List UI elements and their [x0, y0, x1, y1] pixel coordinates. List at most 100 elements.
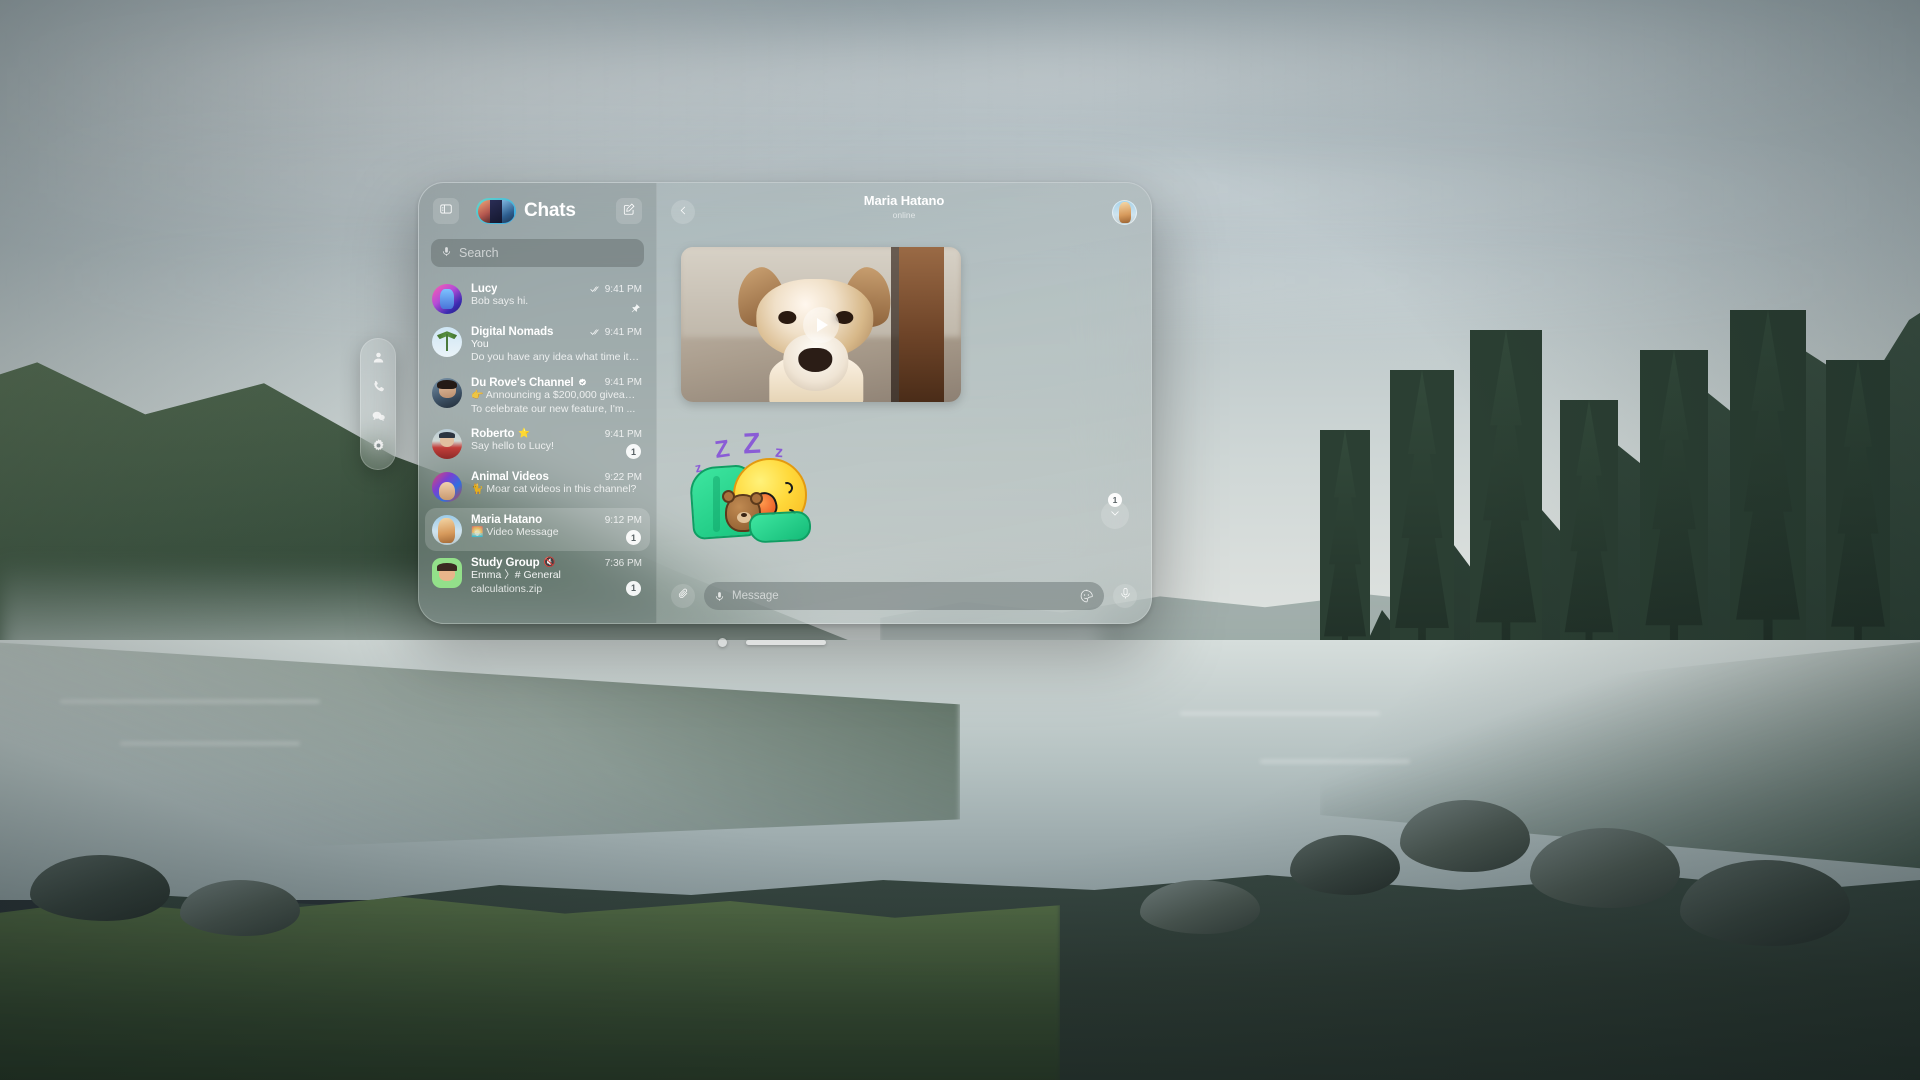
chat-time: 9:41 PM [604, 428, 642, 440]
chat-list-item-maria-hatano[interactable]: Maria Hatano 9:12 PM 🌅 Video Message 1 [425, 508, 650, 552]
dock-item-contacts[interactable] [365, 347, 391, 373]
sunrise-emoji: 🌅 [471, 527, 484, 539]
avatar [432, 515, 462, 546]
teddy-bear-ear [722, 490, 735, 503]
message-composer: Message [657, 577, 1151, 623]
chat-preview: calculations.zip [471, 582, 543, 595]
search-input[interactable]: Search [431, 239, 644, 267]
sidebar-toggle-icon [439, 202, 453, 221]
chats-sidebar: Chats Search Lucy 9:41 PM Bob says hi. D… [419, 183, 657, 623]
chat-name: Roberto [471, 428, 515, 441]
unread-badge: 1 [626, 580, 641, 596]
chat-time: 9:41 PM [604, 326, 642, 338]
dock-item-settings[interactable] [365, 435, 391, 461]
avatar [432, 472, 462, 503]
sidebar-title-group[interactable]: Chats [476, 198, 576, 224]
folder-avatars[interactable] [476, 198, 516, 224]
chat-bubbles-icon [371, 409, 386, 429]
voice-record-button[interactable] [1113, 584, 1137, 608]
chat-preview-text: Moar cat videos in this channel? [486, 483, 637, 496]
chat-time: 7:36 PM [604, 557, 642, 569]
zzz-glyph: Z [742, 427, 762, 461]
rock [180, 880, 300, 936]
chat-preview: Do you have any idea what time it is? [471, 351, 642, 364]
water-streak [60, 700, 320, 703]
sticker-message[interactable]: z Z Z z [688, 424, 819, 544]
page-title: Chats [524, 200, 576, 221]
microphone-icon [1119, 587, 1132, 605]
phone-icon [371, 379, 386, 399]
home-indicator-bar[interactable] [746, 640, 826, 645]
unread-badge: 1 [1108, 493, 1122, 507]
avatar [489, 199, 503, 223]
chat-header-title-group: Maria Hatano online [657, 193, 1151, 220]
compose-button[interactable] [616, 198, 642, 224]
cat-emoji: 🐈 [471, 484, 484, 496]
read-checks-icon [590, 329, 599, 335]
chat-list[interactable]: Lucy 9:41 PM Bob says hi. Digital Nomads… [419, 275, 656, 623]
sticker-smiley-button[interactable] [1079, 589, 1094, 604]
chat-preview-text: Announcing a $200,000 giveaway! [485, 388, 642, 401]
star-badge-icon: ⭐ [518, 428, 531, 440]
pine-tree [1560, 400, 1618, 670]
compose-icon [622, 202, 636, 221]
chat-name: Du Rove's Channel [471, 376, 574, 389]
back-button[interactable] [671, 200, 695, 224]
rock [30, 855, 170, 921]
chat-name: Animal Videos [471, 471, 549, 484]
rock [1290, 835, 1400, 895]
sidebar-toggle-button[interactable] [433, 198, 459, 224]
dog-nose [798, 347, 833, 373]
chat-name: Study Group [471, 557, 540, 570]
chat-preview-text: Video Message [486, 526, 559, 539]
chat-list-item-animal-videos[interactable]: Animal Videos 9:22 PM 🐈 Moar cat videos … [425, 465, 650, 508]
chat-preview: Say hello to Lucy! [471, 440, 554, 453]
water-streak [1180, 712, 1380, 715]
sidebar-header: Chats [419, 183, 656, 239]
chat-name: Lucy [471, 283, 498, 295]
blanket-fold [713, 476, 720, 532]
video-message-bubble[interactable] [681, 247, 961, 402]
chat-list-item-roberto[interactable]: Roberto ⭐ 9:41 PM Say hello to Lucy! 1 [425, 422, 650, 465]
mic-search-icon [441, 244, 452, 262]
telegram-window: Chats Search Lucy 9:41 PM Bob says hi. D… [418, 182, 1152, 624]
chat-name: Digital Nomads [471, 326, 554, 338]
play-icon[interactable] [803, 306, 839, 343]
water-streak [1260, 760, 1410, 763]
home-dot[interactable] [718, 638, 727, 647]
chat-preview: 🌅 Video Message [471, 526, 642, 540]
chat-list-item-digital-nomads[interactable]: Digital Nomads 9:41 PM You Do you have a… [425, 320, 650, 371]
paperclip-icon [677, 587, 690, 605]
message-input[interactable]: Message [704, 582, 1104, 610]
dock-item-calls[interactable] [365, 376, 391, 402]
chat-time: 9:41 PM [604, 283, 642, 295]
dock-item-chats[interactable] [365, 406, 391, 432]
chat-name: Maria Hatano [471, 514, 543, 527]
read-checks-icon [590, 286, 599, 292]
chat-preview: 👉 Announcing a $200,000 giveaway! [471, 389, 642, 403]
pine-tree [1640, 350, 1708, 670]
chat-preview: 🐈 Moar cat videos in this channel? [471, 483, 642, 497]
zzz-glyph: Z [713, 435, 732, 464]
chevron-down-icon [1109, 506, 1121, 524]
chat-status: online [892, 210, 916, 220]
gear-icon [371, 438, 386, 458]
attach-button[interactable] [671, 584, 695, 608]
chat-panel: Maria Hatano online z Z Z z 1 Message [657, 183, 1151, 623]
message-placeholder: Message [732, 590, 779, 602]
avatar [432, 377, 462, 408]
chat-list-item-study-group[interactable]: Study Group 🔇 7:36 PM Emma 〉# General ca… [425, 551, 650, 602]
unread-badge: 1 [626, 444, 641, 460]
message-area[interactable]: z Z Z z 1 [657, 241, 1151, 577]
teddy-bear-nose [741, 513, 747, 517]
scroll-to-bottom-button[interactable]: 1 [1101, 493, 1129, 529]
app-dock[interactable] [360, 338, 396, 470]
video-thumbnail-plank [899, 247, 945, 402]
chat-header-avatar[interactable] [1112, 199, 1137, 225]
chevron-left-icon [678, 203, 689, 221]
person-icon [371, 350, 386, 370]
chat-list-item-du-roves-channel[interactable]: Du Rove's Channel 9:41 PM 👉 Announcing a… [425, 371, 650, 422]
chat-sender: Emma 〉# General [471, 569, 561, 582]
unread-badge: 1 [626, 530, 641, 546]
chat-list-item-lucy[interactable]: Lucy 9:41 PM Bob says hi. [425, 277, 650, 320]
